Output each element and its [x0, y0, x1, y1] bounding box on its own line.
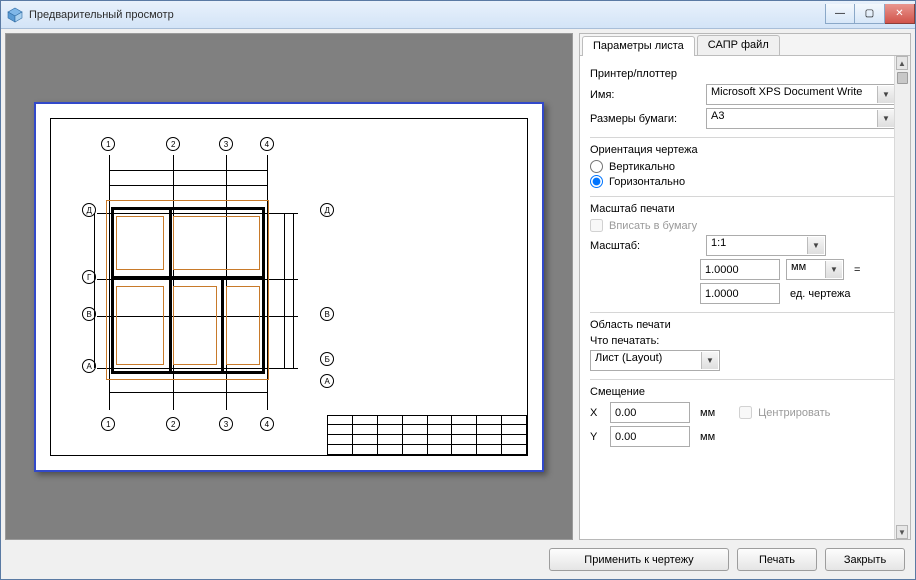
- axis-bubble: Д: [320, 203, 334, 217]
- minimize-button[interactable]: ―: [825, 4, 855, 24]
- axis-bubble: 1: [101, 137, 115, 151]
- scale-select[interactable]: 1:1 ▼: [706, 235, 826, 256]
- offset-x-unit: мм: [700, 407, 715, 419]
- close-button[interactable]: ✕: [885, 4, 915, 24]
- orientation-portrait-radio[interactable]: Вертикально: [590, 160, 904, 173]
- apply-button[interactable]: Применить к чертежу: [549, 548, 729, 571]
- printer-name-label: Имя:: [590, 89, 700, 101]
- scale-label: Масштаб:: [590, 240, 700, 252]
- axis-bubble: 4: [260, 417, 274, 431]
- equals-label: =: [854, 264, 860, 276]
- offset-y-label: Y: [590, 431, 604, 443]
- close-dialog-button[interactable]: Закрыть: [825, 548, 905, 571]
- scroll-thumb[interactable]: [897, 72, 908, 84]
- print-button[interactable]: Печать: [737, 548, 817, 571]
- printer-name-select[interactable]: Microsoft XPS Document Write ▼: [706, 84, 896, 105]
- chevron-down-icon: ▼: [807, 237, 824, 254]
- orientation-landscape-label: Горизонтально: [609, 176, 685, 188]
- preview-viewport[interactable]: 1 2 3 4 1 2 3 4 Д Г В А: [5, 33, 573, 540]
- group-scale: Масштаб печати: [590, 203, 904, 215]
- offset-y-input[interactable]: [610, 426, 690, 447]
- scroll-down-icon[interactable]: ▼: [896, 525, 908, 539]
- group-offset: Смещение: [590, 386, 904, 398]
- drawing-units-label: ед. чертежа: [790, 288, 851, 300]
- scroll-up-icon[interactable]: ▲: [896, 56, 908, 70]
- axis-bubble: Б: [320, 352, 334, 366]
- orientation-portrait-label: Вертикально: [609, 161, 675, 173]
- panel-scrollbar[interactable]: ▲ ▼: [894, 56, 910, 539]
- scale-numerator-input[interactable]: [700, 259, 780, 280]
- axis-bubble: 3: [219, 137, 233, 151]
- plot-area-select[interactable]: Лист (Layout) ▼: [590, 350, 720, 371]
- offset-x-label: X: [590, 407, 604, 419]
- offset-x-input[interactable]: [610, 402, 690, 423]
- center-checkbox[interactable]: Центрировать: [739, 406, 830, 419]
- settings-panel: Параметры листа САПР файл Принтер/плотте…: [579, 33, 911, 540]
- paper-size-value: A3: [711, 110, 724, 122]
- axis-bubble: 1: [101, 417, 115, 431]
- scale-value: 1:1: [711, 237, 726, 249]
- center-label: Центрировать: [758, 407, 830, 419]
- axis-bubble: 2: [166, 417, 180, 431]
- group-plot-area: Область печати: [590, 319, 904, 331]
- scale-denominator-input[interactable]: [700, 283, 780, 304]
- footer: Применить к чертежу Печать Закрыть: [5, 540, 911, 575]
- paper-size-label: Размеры бумаги:: [590, 113, 700, 125]
- chevron-down-icon: ▼: [877, 110, 894, 127]
- axis-bubble: А: [320, 374, 334, 388]
- axis-bubble: 4: [260, 137, 274, 151]
- floor-plan: 1 2 3 4 1 2 3 4 Д Г В А: [87, 131, 327, 435]
- scale-unit-value: мм: [791, 261, 806, 273]
- axis-bubble: В: [320, 307, 334, 321]
- group-printer: Принтер/плоттер: [590, 68, 904, 80]
- printer-name-value: Microsoft XPS Document Write: [711, 86, 862, 98]
- tab-cad-file[interactable]: САПР файл: [697, 35, 780, 55]
- plot-what-label: Что печатать:: [590, 335, 904, 347]
- axis-bubble: 2: [166, 137, 180, 151]
- orientation-landscape-radio[interactable]: Горизонтально: [590, 175, 904, 188]
- chevron-down-icon: ▼: [877, 86, 894, 103]
- sheet: 1 2 3 4 1 2 3 4 Д Г В А: [34, 102, 544, 472]
- window: Предварительный просмотр ― ▢ ✕ 1 2 3 4: [0, 0, 916, 580]
- maximize-button[interactable]: ▢: [855, 4, 885, 24]
- group-orientation: Ориентация чертежа: [590, 144, 904, 156]
- offset-y-unit: мм: [700, 431, 715, 443]
- chevron-down-icon: ▼: [701, 352, 718, 369]
- axis-bubble: 3: [219, 417, 233, 431]
- plot-area-value: Лист (Layout): [595, 352, 662, 364]
- titlebar[interactable]: Предварительный просмотр ― ▢ ✕: [1, 1, 915, 29]
- tab-sheet-params[interactable]: Параметры листа: [582, 36, 695, 56]
- paper-size-select[interactable]: A3 ▼: [706, 108, 896, 129]
- title-block: [327, 415, 527, 455]
- app-icon: [7, 7, 23, 23]
- window-title: Предварительный просмотр: [29, 9, 174, 21]
- scale-unit-select[interactable]: мм ▼: [786, 259, 844, 280]
- fit-to-paper-label: Вписать в бумагу: [609, 220, 697, 232]
- chevron-down-icon: ▼: [825, 261, 842, 278]
- fit-to-paper-checkbox[interactable]: Вписать в бумагу: [590, 219, 904, 232]
